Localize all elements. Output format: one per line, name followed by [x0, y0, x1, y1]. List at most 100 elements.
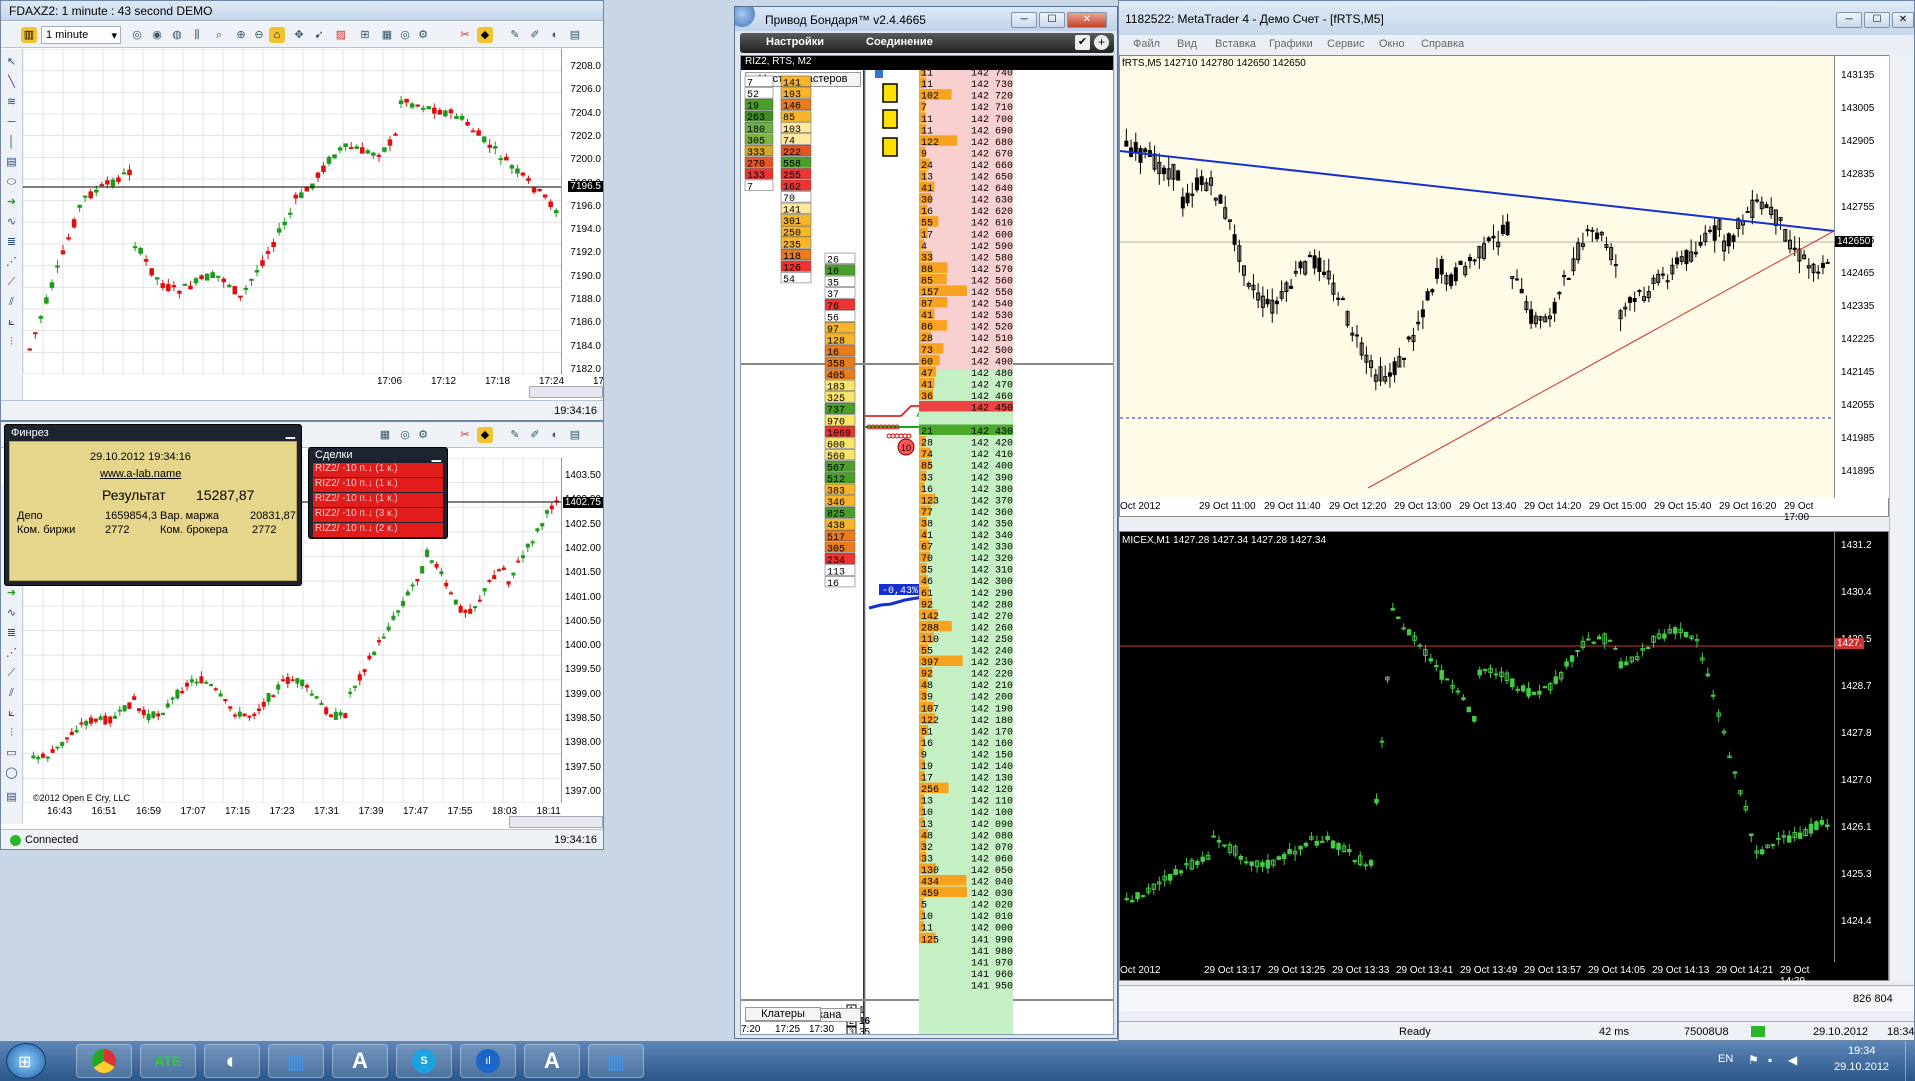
close-button[interactable]: ✕: [1892, 12, 1914, 28]
note-icon[interactable]: ▤: [4, 790, 19, 805]
deal-row[interactable]: RIZ2/ -10 п.↓ (1 к.): [313, 478, 443, 492]
mt4-menu-item[interactable]: Окно: [1379, 38, 1405, 50]
zoom-icon[interactable]: ⌕: [211, 27, 227, 43]
mt4-micex-chart[interactable]: [1120, 532, 1834, 962]
ellipse-icon[interactable]: ⬭: [4, 175, 19, 190]
mt4-menu-item[interactable]: Вставка: [1215, 38, 1256, 50]
show-desktop-button[interactable]: [1905, 1041, 1915, 1081]
check-icon[interactable]: ✔: [1075, 35, 1090, 50]
mt4-scroll-right[interactable]: [1889, 55, 1914, 981]
minimize-button[interactable]: ─: [1836, 12, 1862, 28]
brush-icon[interactable]: ⟀: [4, 706, 19, 721]
eraser-icon[interactable]: ◐: [547, 427, 563, 443]
fan-icon[interactable]: ⟋: [4, 666, 19, 681]
minimize-icon[interactable]: ▁: [286, 425, 295, 439]
cycle-icon[interactable]: ⫶: [4, 335, 19, 350]
eraser-icon[interactable]: ◐: [547, 27, 563, 43]
tray-volume-icon[interactable]: ◀: [1788, 1053, 1797, 1067]
select-arrow-icon[interactable]: ↖: [4, 55, 19, 70]
paint-icon[interactable]: ◆: [477, 27, 493, 43]
lock-icon[interactable]: ⌂: [269, 27, 285, 43]
wave-icon[interactable]: ∿: [4, 215, 19, 230]
minimize-button[interactable]: ─: [1011, 12, 1037, 28]
globe-icon[interactable]: ◎: [397, 27, 413, 43]
grid-icon[interactable]: ▦: [379, 27, 395, 43]
paint-icon[interactable]: ◆: [477, 427, 493, 443]
mt4-menu-item[interactable]: Вид: [1177, 38, 1197, 50]
text-icon[interactable]: ▤: [4, 155, 19, 170]
tray-flag-icon[interactable]: ⚑: [1748, 1053, 1759, 1067]
pen-icon[interactable]: ✐: [527, 427, 543, 443]
scissors-icon[interactable]: ✂: [457, 427, 473, 443]
deal-row[interactable]: RIZ2/ -10 п.↓ (1 к.): [313, 463, 443, 477]
taskbar-skype[interactable]: S: [396, 1044, 452, 1078]
language-indicator[interactable]: EN: [1718, 1053, 1733, 1065]
maximize-button[interactable]: ☐: [1039, 12, 1065, 28]
pitchfork-icon[interactable]: ⫽: [4, 295, 19, 310]
fdax-price-chart[interactable]: [23, 49, 563, 374]
finrez-link[interactable]: www.a-lab.name: [100, 468, 181, 480]
taskbar-cqg[interactable]: ◐: [204, 1044, 260, 1078]
maximize-button[interactable]: ☐: [1864, 12, 1890, 28]
globe-icon[interactable]: ◍: [169, 27, 185, 43]
circle-icon[interactable]: ◯: [4, 766, 19, 781]
cursor-icon[interactable]: ✥: [291, 27, 307, 43]
close-button[interactable]: ✕: [1067, 12, 1107, 28]
export-icon[interactable]: ▤: [567, 27, 583, 43]
deal-row[interactable]: RIZ2/ -10 п.↓ (2 к.): [313, 523, 443, 537]
mt4-menu-item[interactable]: Справка: [1421, 38, 1464, 50]
channel-icon[interactable]: ≋: [4, 95, 19, 110]
edit-icon[interactable]: ✎: [507, 27, 523, 43]
deal-row[interactable]: RIZ2/ -10 п.↓ (3 к.): [313, 508, 443, 522]
menu-settings[interactable]: Настройки: [766, 36, 824, 48]
settings-icon[interactable]: ⚙: [415, 27, 431, 43]
edit-icon[interactable]: ✎: [507, 427, 523, 443]
globe-icon[interactable]: ◎: [129, 27, 145, 43]
cycle-icon[interactable]: ⫶: [4, 726, 19, 741]
arrow-icon[interactable]: ➹: [311, 27, 327, 43]
brush-icon[interactable]: ⟀: [4, 315, 19, 330]
mt4-menu-item[interactable]: Графики: [1269, 38, 1313, 50]
tree-icon[interactable]: ⊞: [357, 27, 373, 43]
mt4-menu-item[interactable]: Файл: [1133, 38, 1160, 50]
menu-connection[interactable]: Соединение: [866, 36, 933, 48]
plus-icon[interactable]: +: [1094, 35, 1109, 50]
gann-icon[interactable]: ⋰: [4, 646, 19, 661]
fib-icon[interactable]: ≣: [4, 626, 19, 641]
fdax-scrollbar[interactable]: [529, 386, 603, 398]
tray-network-icon[interactable]: ▪: [1768, 1053, 1772, 1067]
mt4-menu-item[interactable]: Сервис: [1327, 38, 1365, 50]
taskbar-chart-app[interactable]: ▥: [268, 1044, 324, 1078]
grid-icon[interactable]: ▦: [377, 427, 393, 443]
arrow-right-icon[interactable]: ➜: [4, 586, 19, 601]
start-button[interactable]: ⊞: [6, 1043, 46, 1079]
zoom-out-icon[interactable]: ⊖: [251, 27, 267, 43]
line-icon[interactable]: ╲: [4, 75, 19, 90]
globe-icon[interactable]: ◎: [397, 427, 413, 443]
fib-icon[interactable]: ≣: [4, 235, 19, 250]
taskbar-a-app[interactable]: A: [332, 1044, 388, 1078]
deals-widget[interactable]: Сделки ▁ RIZ2/ -10 п.↓ (1 к.) RIZ2/ -10 п…: [308, 447, 448, 539]
taskbar-ate[interactable]: ATE: [140, 1044, 196, 1078]
taskbar-a-app-2[interactable]: A: [524, 1044, 580, 1078]
tray-time[interactable]: 19:34: [1848, 1045, 1876, 1057]
bondar-cluster-chart[interactable]: 7521926318030533327013371411931468510374…: [741, 70, 1114, 1035]
zoom-in-icon[interactable]: ⊕: [233, 27, 249, 43]
rectangle-icon[interactable]: ▭: [4, 746, 19, 761]
hline-icon[interactable]: ─: [4, 115, 19, 130]
taskbar-metatrader[interactable]: ıl: [460, 1044, 516, 1078]
bars-icon[interactable]: ⫼: [189, 27, 205, 43]
taskbar-chart-app-2[interactable]: ▥: [588, 1044, 644, 1078]
fan-icon[interactable]: ⟋: [4, 275, 19, 290]
mt4-frts-chart[interactable]: [1120, 56, 1834, 498]
deal-row[interactable]: RIZ2/ -10 п.↓ (1 к.): [313, 493, 443, 507]
interval-select[interactable]: 1 minute ▾: [41, 26, 121, 44]
globe-icon[interactable]: ◉: [149, 27, 165, 43]
clusters-tab[interactable]: Клатеры: [745, 1007, 821, 1021]
gann-icon[interactable]: ⋰: [4, 255, 19, 270]
taskbar-chrome[interactable]: [76, 1044, 132, 1078]
wave-icon[interactable]: ∿: [4, 606, 19, 621]
chart-icon[interactable]: ▥: [21, 27, 37, 43]
tray-date[interactable]: 29.10.2012: [1834, 1061, 1889, 1073]
export-icon[interactable]: ▤: [567, 427, 583, 443]
